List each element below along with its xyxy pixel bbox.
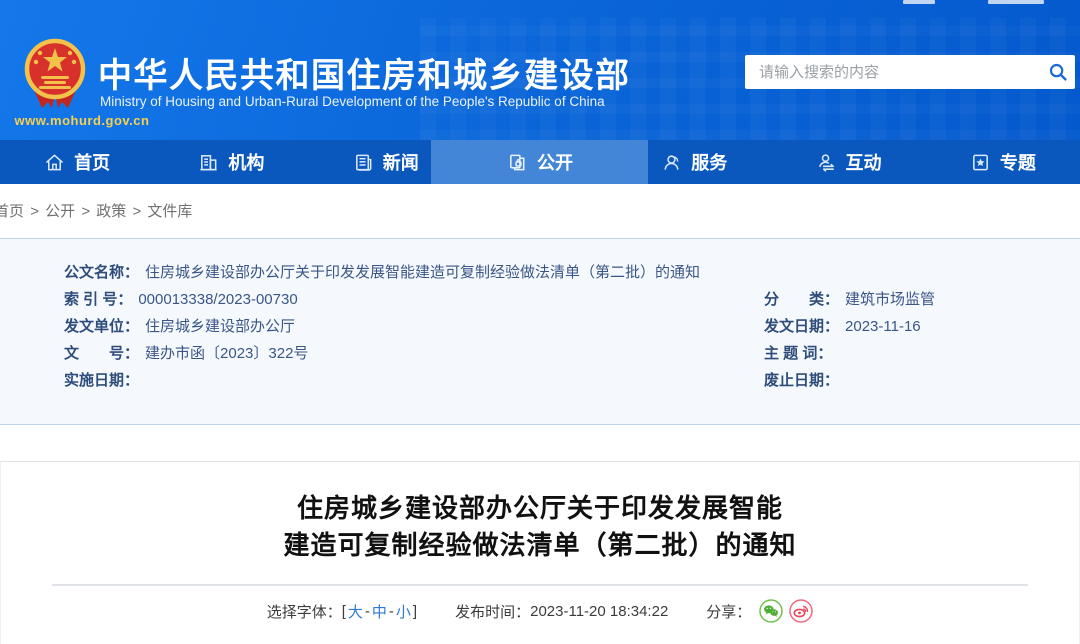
breadcrumb-separator: > <box>30 203 39 220</box>
nav-item-label: 机构 <box>228 153 265 173</box>
bracket-open: [ <box>341 602 346 620</box>
article-title-line1: 住房城乡建设部办公厅关于印发发展智能 <box>296 493 783 523</box>
doc-field-label: 发文单位： <box>64 318 140 335</box>
service-icon <box>664 154 679 170</box>
nav-item-interaction[interactable]: 互动 <box>771 140 925 184</box>
font-size-separator: - <box>364 602 370 620</box>
nav-item-service[interactable]: 服务 <box>617 140 771 184</box>
doc-field-value: 住房城乡建设部办公厅 <box>145 318 296 335</box>
nav-item-label: 互动 <box>845 153 882 173</box>
wechat-icon[interactable] <box>759 599 784 623</box>
share-label: 分享： <box>706 603 752 621</box>
breadcrumb: 首页 > 公开 > 政策 > 文件库 <box>0 184 1080 221</box>
nav-item-disclosure[interactable]: 公开 <box>463 140 617 184</box>
clipped-topbar-text <box>988 0 1044 4</box>
breadcrumb-item-home[interactable]: 首页 <box>0 203 24 220</box>
site-url: www.mohurd.gov.cn <box>14 113 150 128</box>
doc-field-label: 发文日期： <box>764 318 840 335</box>
doc-field-value: 建办市函〔2023〕322号 <box>145 345 309 362</box>
doc-info-card: 公文名称： 住房城乡建设部办公厅关于印发发展智能建造可复制经验做法清单（第二批）的… <box>0 238 1080 425</box>
special-topic-icon <box>972 154 988 170</box>
doc-field-repeal-date: 废止日期： <box>764 367 935 394</box>
doc-info-left-column: 索 引 号： 000013338/2023-00730 发文单位： 住房城乡建设部办… <box>64 286 308 394</box>
breadcrumb-item-policy[interactable]: 政策 <box>96 203 126 220</box>
nav-item-label: 公开 <box>536 153 573 173</box>
article-title: 住房城乡建设部办公厅关于印发发展智能 建造可复制经验做法清单（第二批）的通知 <box>1 490 1079 564</box>
font-size-medium-button[interactable]: 中 <box>372 601 387 622</box>
site-header: www.mohurd.gov.cn 中华人民共和国住房和城乡建设部 Minist… <box>0 0 1080 140</box>
font-size-small-button[interactable]: 小 <box>396 601 411 622</box>
breadcrumb-separator: > <box>81 203 91 220</box>
doc-field-label: 主 题 词： <box>764 345 833 362</box>
doc-field-name: 公文名称： 住房城乡建设部办公厅关于印发发展智能建造可复制经验做法清单（第二批）的… <box>64 259 700 286</box>
doc-field-label: 公文名称： <box>64 264 140 281</box>
nav-item-news[interactable]: 新闻 <box>309 140 463 184</box>
publish-time-value: 2023-11-20 18:34:22 <box>530 602 669 620</box>
doc-field-label: 实施日期： <box>64 372 140 389</box>
doc-field-subject-words: 主 题 词： <box>764 340 935 367</box>
font-size-large-button[interactable]: 大 <box>348 601 363 622</box>
nav-item-home[interactable]: 首页 <box>0 140 154 184</box>
search-box <box>745 55 1075 89</box>
breadcrumb-bar: 首页 > 公开 > 政策 > 文件库 <box>0 184 1080 238</box>
doc-field-value: 000013338/2023-00730 <box>138 291 298 308</box>
bracket-close: ] <box>412 602 418 620</box>
clipped-topbar-text <box>903 0 935 4</box>
share-block: 分享： <box>706 599 814 623</box>
article-title-line2: 建造可复制经验做法清单（第二批）的通知 <box>283 530 797 560</box>
nav-item-organization[interactable]: 机构 <box>154 140 308 184</box>
doc-field-document-number: 文 号： 建办市函〔2023〕322号 <box>64 340 308 367</box>
doc-field-label: 废止日期： <box>764 372 840 389</box>
site-title: 中华人民共和国住房和城乡建设部 <box>98 57 631 95</box>
doc-field-index-number: 索 引 号： 000013338/2023-00730 <box>64 286 308 313</box>
font-size-separator: - <box>388 602 394 620</box>
weibo-icon[interactable] <box>789 599 814 623</box>
nav-item-label: 首页 <box>74 153 111 173</box>
doc-field-issue-date: 发文日期： 2023-11-16 <box>764 313 935 340</box>
nav-item-special-topic[interactable]: 专题 <box>926 140 1080 184</box>
doc-field-label: 分 类： <box>764 291 840 308</box>
home-icon <box>46 154 64 170</box>
doc-field-label: 文 号： <box>64 345 140 362</box>
publish-time: 发布时间： 2023-11-20 18:34:22 <box>455 601 668 622</box>
search-icon[interactable] <box>1041 55 1075 89</box>
doc-field-value: 建筑市场监管 <box>845 291 936 308</box>
doc-field-label: 索 引 号： <box>64 291 133 308</box>
font-size-selector: 选择字体： [ 大 - 中 - 小 ] <box>267 601 417 622</box>
doc-field-category: 分 类： 建筑市场监管 <box>764 286 935 313</box>
nav-item-label: 新闻 <box>382 153 419 173</box>
article-section: 住房城乡建设部办公厅关于印发发展智能 建造可复制经验做法清单（第二批）的通知 选… <box>0 461 1080 644</box>
site-subtitle-english: Ministry of Housing and Urban-Rural Deve… <box>100 94 605 109</box>
doc-field-value: 住房城乡建设部办公厅关于印发发展智能建造可复制经验做法清单（第二批）的通知 <box>145 264 701 281</box>
article-meta-row: 选择字体： [ 大 - 中 - 小 ] 发布时间： 2023-11-20 18:… <box>1 599 1079 623</box>
nav-item-label: 专题 <box>999 153 1036 173</box>
breadcrumb-item-library[interactable]: 文件库 <box>147 203 192 220</box>
doc-field-implementation-date: 实施日期： <box>64 367 308 394</box>
main-nav: 首页 机构 新闻 公开 服务 互动 专题 <box>0 140 1080 184</box>
organization-icon <box>200 154 218 170</box>
breadcrumb-item-disclosure[interactable]: 公开 <box>45 203 75 220</box>
nav-item-label: 服务 <box>691 153 728 173</box>
doc-field-issuing-unit: 发文单位： 住房城乡建设部办公厅 <box>64 313 308 340</box>
search-input[interactable] <box>745 63 1041 81</box>
breadcrumb-separator: > <box>132 203 142 220</box>
news-icon <box>355 154 372 171</box>
disclosure-icon <box>510 154 525 170</box>
interaction-icon <box>818 153 834 172</box>
page: www.mohurd.gov.cn 中华人民共和国住房和城乡建设部 Minist… <box>0 0 1080 644</box>
title-divider <box>52 584 1028 586</box>
publish-time-label: 发布时间： <box>455 603 531 621</box>
doc-field-value: 2023-11-16 <box>845 318 921 335</box>
national-emblem-logo <box>24 38 86 108</box>
font-selector-label: 选择字体： <box>266 603 342 621</box>
doc-info-right-column: 分 类： 建筑市场监管 发文日期： 2023-11-16 主 题 词： 废止日期： <box>764 286 935 394</box>
